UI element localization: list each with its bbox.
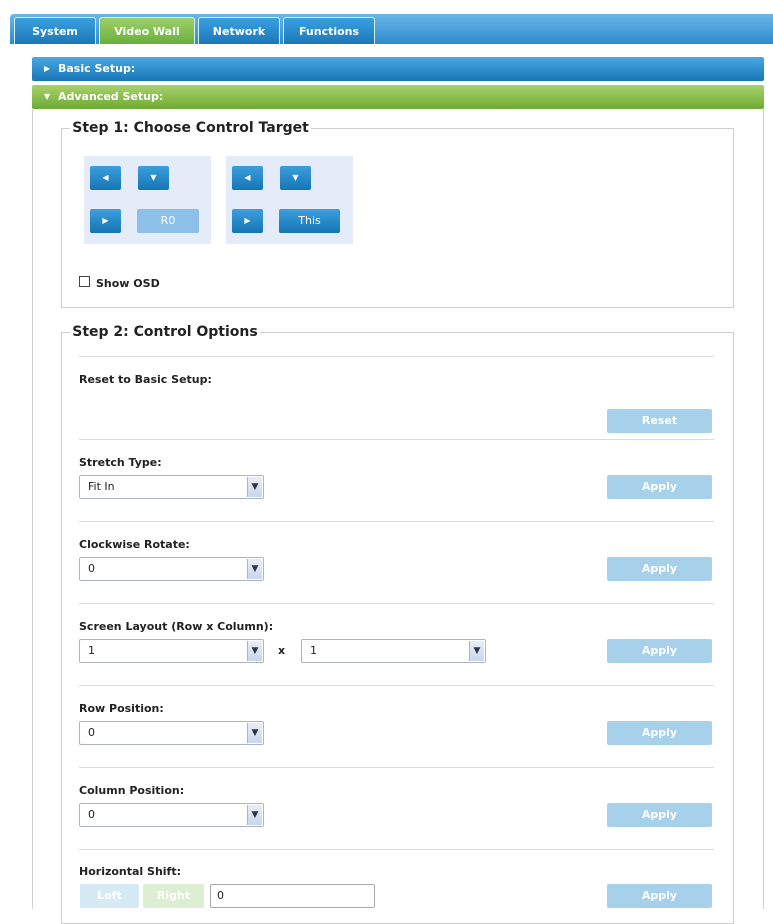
shift-right-button[interactable]: Right bbox=[143, 884, 204, 908]
advanced-setup-label: Advanced Setup: bbox=[58, 90, 164, 103]
layout-col-select[interactable]: 1 ▼ bbox=[301, 639, 486, 663]
down-arrow-button-2[interactable]: ▼ bbox=[280, 166, 311, 190]
basic-setup-header[interactable]: ▶ Basic Setup: bbox=[32, 57, 764, 81]
layout-x-separator: x bbox=[278, 644, 286, 657]
stretch-type-select[interactable]: Fit In ▼ bbox=[79, 475, 264, 499]
chevron-down-icon: ▼ bbox=[469, 641, 484, 661]
horizontal-shift-apply-button[interactable]: Apply bbox=[607, 884, 712, 908]
rotate-select[interactable]: 0 ▼ bbox=[79, 557, 264, 581]
caret-right-icon: ▶ bbox=[44, 64, 51, 73]
rotate-apply-button[interactable]: Apply bbox=[607, 557, 712, 581]
up-left-arrow-button[interactable]: ◀ bbox=[90, 166, 121, 190]
chevron-down-icon: ▼ bbox=[247, 477, 262, 497]
right-arrow-button[interactable]: ▶ bbox=[90, 209, 121, 233]
layout-row-select[interactable]: 1 ▼ bbox=[79, 639, 264, 663]
stretch-type-label: Stretch Type: bbox=[79, 456, 162, 469]
tab-video-wall[interactable]: Video Wall bbox=[99, 17, 195, 44]
reset-label: Reset to Basic Setup: bbox=[79, 373, 212, 386]
step1-title: Step 1: Choose Control Target bbox=[72, 120, 309, 136]
horizontal-shift-input[interactable]: 0 bbox=[210, 884, 375, 908]
column-position-apply-button[interactable]: Apply bbox=[607, 803, 712, 827]
shift-left-button[interactable]: Left bbox=[80, 884, 139, 908]
caret-down-icon: ▼ bbox=[44, 92, 51, 101]
tab-network[interactable]: Network bbox=[198, 17, 280, 44]
target-r0-button[interactable]: R0 bbox=[137, 209, 199, 233]
top-border bbox=[0, 0, 773, 8]
chevron-down-icon: ▼ bbox=[247, 559, 262, 579]
show-osd-checkbox[interactable] bbox=[79, 276, 90, 287]
reset-button[interactable]: Reset bbox=[607, 409, 712, 433]
divider bbox=[79, 521, 714, 522]
layout-col-value: 1 bbox=[310, 644, 317, 657]
down-arrow-button[interactable]: ▼ bbox=[138, 166, 169, 190]
tab-functions[interactable]: Functions bbox=[283, 17, 375, 44]
rotate-label: Clockwise Rotate: bbox=[79, 538, 190, 551]
right-arrow-button-2[interactable]: ▶ bbox=[232, 209, 263, 233]
row-position-apply-button[interactable]: Apply bbox=[607, 721, 712, 745]
up-left-arrow-button-2[interactable]: ◀ bbox=[232, 166, 263, 190]
column-position-value: 0 bbox=[88, 808, 95, 821]
row-position-select[interactable]: 0 ▼ bbox=[79, 721, 264, 745]
stretch-apply-button[interactable]: Apply bbox=[607, 475, 712, 499]
divider bbox=[79, 356, 714, 357]
target-this-button[interactable]: This bbox=[279, 209, 340, 233]
layout-label: Screen Layout (Row x Column): bbox=[79, 620, 274, 633]
divider bbox=[79, 603, 714, 604]
advanced-setup-header[interactable]: ▼ Advanced Setup: bbox=[32, 85, 764, 109]
column-position-label: Column Position: bbox=[79, 784, 185, 797]
row-position-label: Row Position: bbox=[79, 702, 164, 715]
chevron-down-icon: ▼ bbox=[247, 641, 262, 661]
show-osd-label: Show OSD bbox=[96, 277, 160, 290]
divider bbox=[79, 849, 714, 850]
row-position-value: 0 bbox=[88, 726, 95, 739]
horizontal-shift-label: Horizontal Shift: bbox=[79, 865, 181, 878]
column-position-select[interactable]: 0 ▼ bbox=[79, 803, 264, 827]
stretch-type-value: Fit In bbox=[88, 480, 115, 493]
layout-apply-button[interactable]: Apply bbox=[607, 639, 712, 663]
divider bbox=[79, 439, 714, 440]
step2-title: Step 2: Control Options bbox=[72, 324, 258, 340]
rotate-value: 0 bbox=[88, 562, 95, 575]
divider bbox=[79, 685, 714, 686]
divider bbox=[79, 767, 714, 768]
basic-setup-label: Basic Setup: bbox=[58, 62, 136, 75]
tab-system[interactable]: System bbox=[14, 17, 96, 44]
chevron-down-icon: ▼ bbox=[247, 723, 262, 743]
chevron-down-icon: ▼ bbox=[247, 805, 262, 825]
layout-row-value: 1 bbox=[88, 644, 95, 657]
